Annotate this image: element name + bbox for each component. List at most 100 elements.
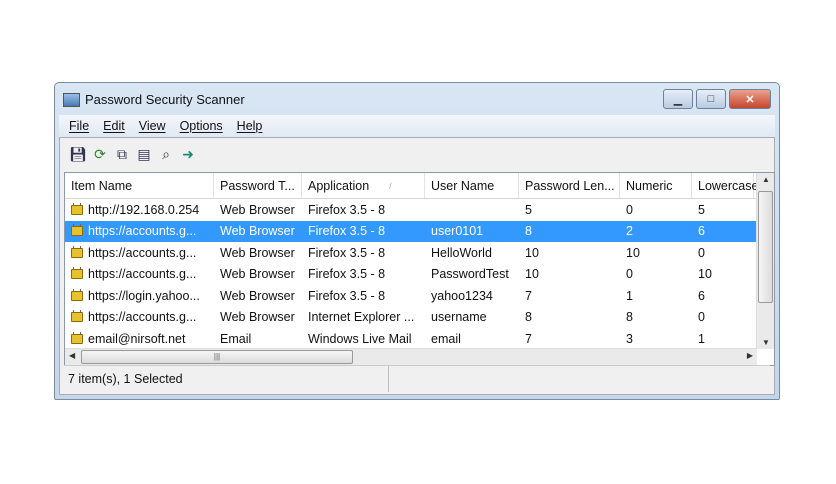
cell-text: Web Browser [220, 267, 295, 282]
cell-text: 0 [698, 310, 705, 325]
vertical-scrollbar[interactable]: ▲ ▼ [756, 173, 774, 349]
cell-text: 7 [525, 288, 532, 303]
cell-text: 10 [525, 267, 539, 282]
column-numeric[interactable]: Numeric [620, 173, 692, 198]
list-header: Item Name Password T... Application / Use… [65, 173, 774, 199]
menu-file[interactable]: File [69, 119, 89, 133]
table-cell: Web Browser [214, 267, 302, 281]
minimize-button[interactable]: ▁ [663, 89, 693, 109]
cell-text: https://login.yahoo... [88, 288, 200, 303]
refresh-icon[interactable]: ⟳ [92, 146, 108, 162]
table-row[interactable]: https://accounts.g... Web Browser Internet… [65, 307, 774, 329]
table-cell: 8 [519, 224, 620, 238]
save-icon[interactable]: 💾︎ [69, 146, 87, 162]
cell-text: 6 [698, 288, 705, 303]
scroll-up-icon[interactable]: ▲ [762, 175, 770, 184]
cell-text: 1 [626, 288, 633, 303]
cell-text: 1 [698, 331, 705, 346]
cell-text: PasswordTest [431, 267, 509, 282]
table-row[interactable]: email@nirsoft.net Email Windows Live Mail e… [65, 328, 774, 350]
table-row[interactable]: https://accounts.g... Web Browser Firefox … [65, 264, 774, 286]
close-button[interactable]: ✕ [729, 89, 771, 109]
find-icon[interactable]: ⌕ [158, 146, 174, 162]
table-cell: 8 [519, 310, 620, 324]
table-cell: 5 [519, 203, 620, 217]
cell-text: Web Browser [220, 288, 295, 303]
lock-icon [71, 245, 83, 258]
column-user-name[interactable]: User Name [425, 173, 519, 198]
column-lowercase[interactable]: Lowercase [692, 173, 758, 198]
column-password-length[interactable]: Password Len... [519, 173, 620, 198]
table-cell: 0 [620, 267, 692, 281]
column-application[interactable]: Application / [302, 173, 425, 198]
vertical-scroll-thumb[interactable] [758, 191, 773, 303]
cell-text: Firefox 3.5 - 8 [308, 224, 386, 239]
cell-text: 7 [525, 331, 532, 346]
table-cell: Web Browser [214, 203, 302, 217]
table-cell: 7 [519, 332, 620, 346]
cell-text: http://192.168.0.254 [88, 202, 200, 217]
table-cell: 5 [692, 203, 754, 217]
maximize-button[interactable]: □ [696, 89, 726, 109]
cell-text: Web Browser [220, 202, 295, 217]
app-window: Password Security Scanner ▁ □ ✕ File Edi… [54, 82, 780, 400]
menu-view[interactable]: View [139, 119, 166, 133]
table-cell: Web Browser [214, 246, 302, 260]
cell-text: 0 [626, 267, 633, 282]
table-cell: 0 [620, 203, 692, 217]
menu-edit[interactable]: Edit [103, 119, 125, 133]
cell-text: https://accounts.g... [88, 267, 197, 282]
column-application-label: Application [308, 178, 370, 193]
horizontal-scroll-thumb[interactable]: ||| [81, 350, 353, 364]
table-row[interactable]: https://accounts.g... Web Browser Firefox … [65, 242, 774, 264]
table-cell: https://accounts.g... [65, 245, 214, 260]
cell-text: email [431, 331, 461, 346]
cell-text: email@nirsoft.net [88, 331, 186, 346]
table-cell: Firefox 3.5 - 8 [302, 267, 425, 281]
toolbar: 💾︎ ⟳ ⧉ ▤ ⌕ ➜ [60, 138, 774, 170]
table-row[interactable]: https://login.yahoo... Web Browser Firefox… [65, 285, 774, 307]
table-cell: 1 [620, 289, 692, 303]
exit-icon[interactable]: ➜ [180, 146, 196, 162]
cell-text: Firefox 3.5 - 8 [308, 267, 386, 282]
cell-text: Internet Explorer ... [308, 310, 415, 325]
title-bar: Password Security Scanner [63, 92, 245, 107]
status-bar: 7 item(s), 1 Selected [64, 365, 770, 392]
table-row[interactable]: http://192.168.0.254 Web Browser Firefox 3… [65, 199, 774, 221]
menu-options[interactable]: Options [180, 119, 223, 133]
cell-text: HelloWorld [431, 245, 492, 260]
table-cell: 3 [620, 332, 692, 346]
copy-icon[interactable]: ⧉ [114, 146, 130, 162]
lock-icon [71, 288, 83, 301]
table-cell: username [425, 310, 519, 324]
properties-icon[interactable]: ▤ [136, 146, 152, 162]
column-item-name[interactable]: Item Name [65, 173, 214, 198]
table-cell: https://accounts.g... [65, 310, 214, 324]
menu-help[interactable]: Help [237, 119, 263, 133]
table-cell: Firefox 3.5 - 8 [302, 203, 425, 217]
scroll-left-icon[interactable]: ◀ [69, 351, 75, 360]
cell-text: 10 [698, 267, 712, 282]
scroll-right-icon[interactable]: ▶ [747, 351, 753, 360]
table-cell: 6 [692, 224, 754, 238]
table-cell: yahoo1234 [425, 289, 519, 303]
cell-text: Windows Live Mail [308, 331, 412, 346]
cell-text: Web Browser [220, 245, 295, 260]
table-cell: http://192.168.0.254 [65, 202, 214, 217]
horizontal-scrollbar[interactable]: ◀ ||| ▶ [65, 348, 757, 365]
table-row[interactable]: https://accounts.g... Web Browser Firefox … [65, 220, 774, 242]
table-cell: 0 [692, 310, 754, 324]
lock-icon [71, 310, 83, 323]
table-cell: 10 [692, 267, 754, 281]
cell-text: 10 [626, 245, 640, 260]
table-cell: https://accounts.g... [65, 267, 214, 281]
table-cell: HelloWorld [425, 246, 519, 260]
cell-text: https://accounts.g... [88, 245, 197, 260]
scroll-down-icon[interactable]: ▼ [762, 338, 770, 347]
table-cell: 10 [519, 267, 620, 281]
column-password-type[interactable]: Password T... [214, 173, 302, 198]
table-cell: https://accounts.g... [65, 224, 214, 238]
table-cell: Email [214, 332, 302, 346]
cell-text: Web Browser [220, 310, 295, 325]
cell-text: Firefox 3.5 - 8 [308, 288, 386, 303]
